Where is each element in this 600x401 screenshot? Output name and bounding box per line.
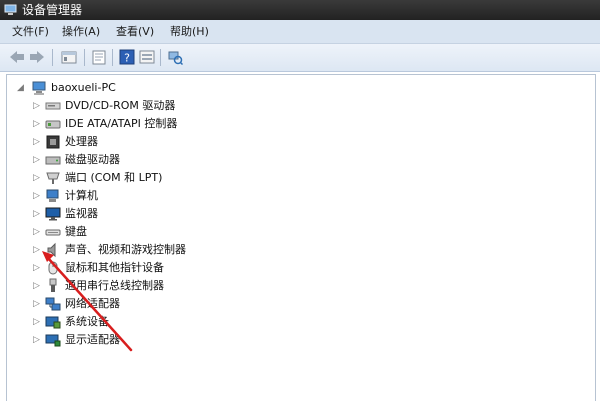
back-arrow-icon[interactable] (8, 49, 26, 65)
dvd-drive-icon (45, 98, 61, 114)
computer-icon (31, 80, 47, 96)
expand-triangle-icon[interactable]: ▷ (33, 298, 43, 310)
tree-item-computer[interactable]: ▷ 计算机 (33, 187, 453, 205)
display-adapter-icon (45, 332, 61, 348)
properties-icon[interactable] (90, 49, 108, 65)
tree-item-label: 网络适配器 (65, 297, 120, 310)
tree-item-label: 键盘 (65, 225, 87, 238)
usb-icon (45, 278, 61, 294)
tree-item-mouse[interactable]: ▷ 鼠标和其他指针设备 (33, 259, 453, 277)
tree-root-label: baoxueli-PC (51, 81, 116, 94)
processor-icon (45, 134, 61, 150)
menu-view[interactable]: 查看(V) (114, 24, 156, 39)
view-icon[interactable] (138, 49, 156, 65)
mouse-icon (45, 260, 61, 276)
expand-triangle-icon[interactable]: ▷ (33, 208, 43, 220)
device-manager-icon (4, 3, 18, 16)
expand-triangle-icon[interactable]: ▷ (33, 118, 43, 130)
tree-item-keyboard[interactable]: ▷ 键盘 (33, 223, 453, 241)
tree-item-label: 监视器 (65, 207, 98, 220)
toolbar-separator (84, 49, 85, 66)
tree-item-port[interactable]: ▷ 端口 (COM 和 LPT) (33, 169, 453, 187)
scan-hardware-icon[interactable] (166, 49, 184, 65)
toolbar: ? (0, 44, 600, 72)
expand-triangle-icon[interactable]: ▷ (33, 334, 43, 346)
menu-action[interactable]: 操作(A) (60, 24, 102, 39)
window-title: 设备管理器 (22, 3, 83, 17)
tree-item-label: 显示适配器 (65, 333, 120, 346)
tree-item-label: 声音、视频和游戏控制器 (65, 243, 186, 256)
tree-item-label: 处理器 (65, 135, 98, 148)
console-tree-icon[interactable] (60, 49, 78, 65)
menu-file[interactable]: 文件(F) (10, 24, 51, 39)
menu-bar: 文件(F) 操作(A) 查看(V) 帮助(H) (0, 20, 600, 44)
collapse-triangle-icon[interactable]: ◢ (17, 82, 27, 94)
speaker-icon (45, 242, 61, 258)
computer-icon (45, 188, 61, 204)
tree-item-ide[interactable]: ▷ IDE ATA/ATAPI 控制器 (33, 115, 453, 133)
forward-arrow-icon[interactable] (28, 49, 46, 65)
tree-item-label: DVD/CD-ROM 驱动器 (65, 99, 176, 112)
monitor-icon (45, 206, 61, 222)
toolbar-separator (160, 49, 161, 66)
expand-triangle-icon[interactable]: ▷ (33, 154, 43, 166)
tree-item-display[interactable]: ▷ 显示适配器 (33, 331, 453, 349)
tree-item-monitor[interactable]: ▷ 监视器 (33, 205, 453, 223)
expand-triangle-icon[interactable]: ▷ (33, 244, 43, 256)
expand-triangle-icon[interactable]: ▷ (33, 172, 43, 184)
tree-item-label: 鼠标和其他指针设备 (65, 261, 164, 274)
toolbar-separator (52, 49, 53, 66)
expand-triangle-icon[interactable]: ▷ (33, 226, 43, 238)
menu-help[interactable]: 帮助(H) (168, 24, 211, 39)
tree-item-label: IDE ATA/ATAPI 控制器 (65, 117, 178, 130)
port-icon (45, 170, 61, 186)
tree-item-disk[interactable]: ▷ 磁盘驱动器 (33, 151, 453, 169)
disk-drive-icon (45, 152, 61, 168)
tree-item-processor[interactable]: ▷ 处理器 (33, 133, 453, 151)
tree-item-sound[interactable]: ▷ 声音、视频和游戏控制器 (33, 241, 453, 259)
tree-item-network[interactable]: ▷ 网络适配器 (33, 295, 453, 313)
tree-item-label: 系统设备 (65, 315, 109, 328)
expand-triangle-icon[interactable]: ▷ (33, 280, 43, 292)
tree-item-dvd[interactable]: ▷ DVD/CD-ROM 驱动器 (33, 97, 453, 115)
tree-item-label: 计算机 (65, 189, 98, 202)
tree-item-label: 磁盘驱动器 (65, 153, 120, 166)
expand-triangle-icon[interactable]: ▷ (33, 136, 43, 148)
expand-triangle-icon[interactable]: ▷ (33, 100, 43, 112)
tree-item-label: 通用串行总线控制器 (65, 279, 164, 292)
system-device-icon (45, 314, 61, 330)
device-tree: ◢ baoxueli-PC ▷ DVD/CD-ROM 驱动器 ▷ IDE ATA… (6, 74, 596, 401)
network-adapter-icon (45, 296, 61, 312)
expand-triangle-icon[interactable]: ▷ (33, 262, 43, 274)
tree-item-usb[interactable]: ▷ 通用串行总线控制器 (33, 277, 453, 295)
expand-triangle-icon[interactable]: ▷ (33, 190, 43, 202)
keyboard-icon (45, 224, 61, 240)
expand-triangle-icon[interactable]: ▷ (33, 316, 43, 328)
svg-text:?: ? (124, 52, 130, 65)
toolbar-separator (112, 49, 113, 66)
ide-controller-icon (45, 116, 61, 132)
tree-item-system[interactable]: ▷ 系统设备 (33, 313, 453, 331)
tree-item-label: 端口 (COM 和 LPT) (65, 171, 163, 184)
help-icon[interactable]: ? (118, 49, 136, 65)
title-bar: 设备管理器 (0, 0, 600, 20)
